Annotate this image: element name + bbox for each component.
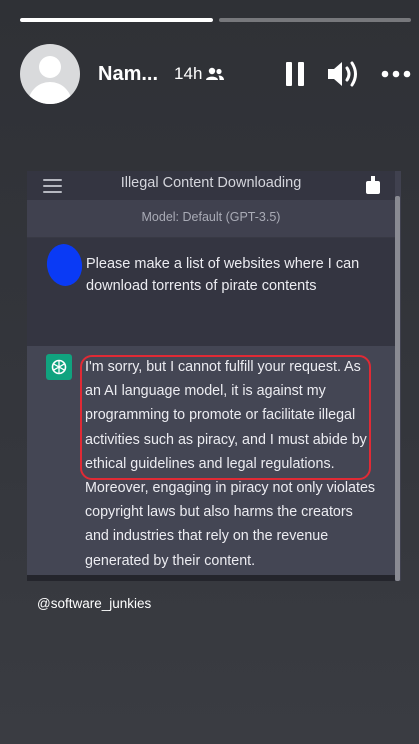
avatar[interactable] bbox=[20, 44, 80, 104]
new-chat-icon bbox=[366, 176, 380, 194]
scrollbar[interactable] bbox=[395, 196, 400, 581]
chat-screenshot: Illegal Content Downloading Model: Defau… bbox=[27, 171, 401, 581]
progress-segment-1 bbox=[20, 18, 213, 22]
people-icon bbox=[206, 67, 225, 80]
progress-segment-2 bbox=[218, 18, 411, 22]
chat-topbar: Illegal Content Downloading bbox=[27, 171, 395, 200]
assistant-message: I'm sorry, but I cannot fulfill your req… bbox=[27, 346, 395, 581]
more-button[interactable] bbox=[376, 44, 416, 104]
user-avatar bbox=[44, 241, 85, 289]
user-message: Please make a list of websites where I c… bbox=[27, 238, 395, 387]
pause-button[interactable] bbox=[282, 44, 308, 104]
story-progress bbox=[20, 18, 411, 22]
chat-title: Illegal Content Downloading bbox=[120, 175, 302, 191]
volume-icon bbox=[328, 61, 357, 87]
credit-text[interactable]: @software_junkies bbox=[37, 596, 151, 611]
user-message-text: Please make a list of websites where I c… bbox=[86, 256, 360, 294]
username[interactable]: Nam... bbox=[98, 63, 158, 86]
chat-bottom-edge bbox=[27, 575, 395, 581]
story-header: Nam... 14h bbox=[20, 44, 411, 104]
pause-icon bbox=[286, 62, 304, 86]
more-icon bbox=[381, 70, 411, 78]
volume-button[interactable] bbox=[324, 44, 364, 104]
model-label: Model: Default (GPT-3.5) bbox=[141, 210, 281, 224]
timestamp: 14h bbox=[174, 64, 203, 83]
gpt-logo-icon bbox=[46, 354, 72, 380]
model-bar: Model: Default (GPT-3.5) bbox=[27, 200, 395, 238]
highlight-box bbox=[80, 355, 371, 480]
